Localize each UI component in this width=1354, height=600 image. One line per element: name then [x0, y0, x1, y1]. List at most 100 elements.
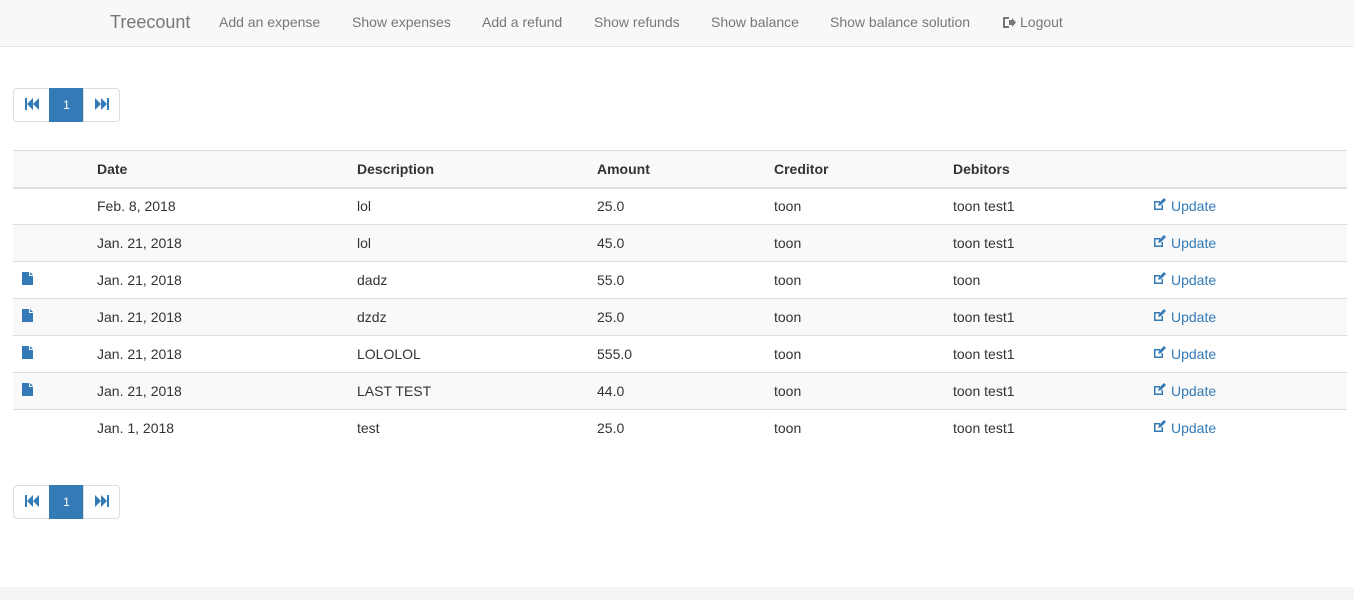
header-creditor: Creditor — [766, 150, 945, 189]
date-cell: Jan. 1, 2018 — [89, 409, 349, 447]
table-row: Jan. 21, 2018 lol 45.0 toon toon test1 Update — [13, 224, 1347, 262]
nav-show-expenses[interactable]: Show expenses — [352, 0, 451, 44]
creditor-cell: toon — [766, 261, 945, 299]
table-row: Jan. 21, 2018 LAST TEST 44.0 toon toon test1… — [13, 372, 1347, 410]
update-label: Update — [1171, 235, 1217, 251]
amount-cell: 25.0 — [589, 409, 766, 447]
update-link[interactable]: Update — [1153, 346, 1216, 362]
attachment-cell — [13, 335, 89, 373]
current-page-button[interactable]: 1 — [49, 485, 84, 519]
fast-forward-icon — [94, 494, 109, 510]
amount-cell: 555.0 — [589, 335, 766, 373]
date-cell: Jan. 21, 2018 — [89, 298, 349, 336]
update-label: Update — [1171, 420, 1217, 437]
date-cell: Jan. 21, 2018 — [89, 261, 349, 299]
creditor-cell: toon — [766, 372, 945, 410]
logout-icon — [1002, 2, 1016, 46]
table-header-row: Date Description Amount Creditor Debitor… — [13, 150, 1347, 189]
debitors-cell: toon test1 — [945, 187, 1145, 225]
edit-icon — [1153, 235, 1166, 251]
nav-show-balance[interactable]: Show balance — [711, 0, 799, 44]
attachment-cell — [13, 187, 89, 225]
footer — [0, 587, 1354, 600]
action-cell: Update — [1145, 335, 1347, 373]
amount-cell: 45.0 — [589, 224, 766, 262]
debitors-cell: toon test1 — [945, 409, 1145, 447]
last-page-button[interactable] — [83, 88, 120, 122]
date-cell: Jan. 21, 2018 — [89, 224, 349, 262]
file-icon[interactable] — [22, 346, 33, 362]
last-page-button[interactable] — [83, 485, 120, 519]
header-attachment — [13, 150, 89, 189]
header-actions — [1145, 150, 1347, 189]
edit-icon — [1153, 272, 1166, 288]
creditor-cell: toon — [766, 224, 945, 262]
action-cell: Update — [1145, 372, 1347, 410]
action-cell: Update — [1145, 409, 1347, 447]
description-cell: dadz — [349, 261, 589, 299]
attachment-cell — [13, 224, 89, 262]
table-row: Feb. 8, 2018 lol 25.0 toon toon test1 Update — [13, 187, 1347, 225]
description-cell: LOLOLOL — [349, 335, 589, 373]
amount-cell: 55.0 — [589, 261, 766, 299]
nav-show-balance-solution[interactable]: Show balance solution — [830, 0, 970, 44]
amount-cell: 44.0 — [589, 372, 766, 410]
header-debitors: Debitors — [945, 150, 1145, 189]
current-page-button[interactable]: 1 — [49, 88, 84, 122]
debitors-cell: toon test1 — [945, 372, 1145, 410]
update-label: Update — [1171, 272, 1217, 288]
file-icon[interactable] — [22, 272, 33, 288]
description-cell: LAST TEST — [349, 372, 589, 410]
attachment-cell — [13, 409, 89, 447]
file-icon[interactable] — [22, 309, 33, 325]
nav-show-refunds[interactable]: Show refunds — [594, 0, 680, 44]
update-label: Update — [1171, 346, 1217, 362]
update-link[interactable]: Update — [1153, 383, 1216, 399]
header-description: Description — [349, 150, 589, 189]
header-date: Date — [89, 150, 349, 189]
creditor-cell: toon — [766, 298, 945, 336]
edit-icon — [1153, 309, 1166, 325]
creditor-cell: toon — [766, 335, 945, 373]
date-cell: Jan. 21, 2018 — [89, 335, 349, 373]
update-label: Update — [1171, 198, 1217, 215]
pagination-bottom: 1 — [13, 485, 120, 519]
description-cell: lol — [349, 224, 589, 262]
creditor-cell: toon — [766, 187, 945, 225]
update-link[interactable]: Update — [1153, 235, 1216, 251]
date-cell: Feb. 8, 2018 — [89, 187, 349, 225]
amount-cell: 25.0 — [589, 298, 766, 336]
nav-logout[interactable]: Logout — [1002, 0, 1063, 44]
first-page-button[interactable] — [13, 88, 50, 122]
debitors-cell: toon test1 — [945, 335, 1145, 373]
pagination-top: 1 — [13, 88, 120, 122]
creditor-cell: toon — [766, 409, 945, 447]
description-cell: test — [349, 409, 589, 447]
update-link[interactable]: Update — [1153, 198, 1216, 214]
date-cell: Jan. 21, 2018 — [89, 372, 349, 410]
action-cell: Update — [1145, 187, 1347, 225]
top-navbar: Treecount Add an expense Show expenses A… — [0, 0, 1354, 47]
brand-link[interactable]: Treecount — [110, 0, 190, 44]
update-label: Update — [1171, 309, 1217, 325]
action-cell: Update — [1145, 298, 1347, 336]
first-page-button[interactable] — [13, 485, 50, 519]
file-icon[interactable] — [22, 383, 33, 399]
update-link[interactable]: Update — [1153, 420, 1216, 436]
update-label: Update — [1171, 383, 1217, 399]
action-cell: Update — [1145, 261, 1347, 299]
edit-icon — [1153, 420, 1166, 436]
amount-cell: 25.0 — [589, 187, 766, 225]
table-row: Jan. 1, 2018 test 25.0 toon toon test1 Update — [13, 409, 1347, 447]
fast-backward-icon — [24, 97, 39, 113]
attachment-cell — [13, 261, 89, 299]
nav-add-expense[interactable]: Add an expense — [219, 0, 320, 44]
table-row: Jan. 21, 2018 dadz 55.0 toon toon Update — [13, 261, 1347, 299]
fast-forward-icon — [94, 97, 109, 113]
edit-icon — [1153, 383, 1166, 399]
table-row: Jan. 21, 2018 dzdz 25.0 toon toon test1 Updat… — [13, 298, 1347, 336]
update-link[interactable]: Update — [1153, 309, 1216, 325]
update-link[interactable]: Update — [1153, 272, 1216, 288]
nav-add-refund[interactable]: Add a refund — [482, 0, 562, 44]
expenses-table: Date Description Amount Creditor Debitor… — [13, 150, 1347, 447]
